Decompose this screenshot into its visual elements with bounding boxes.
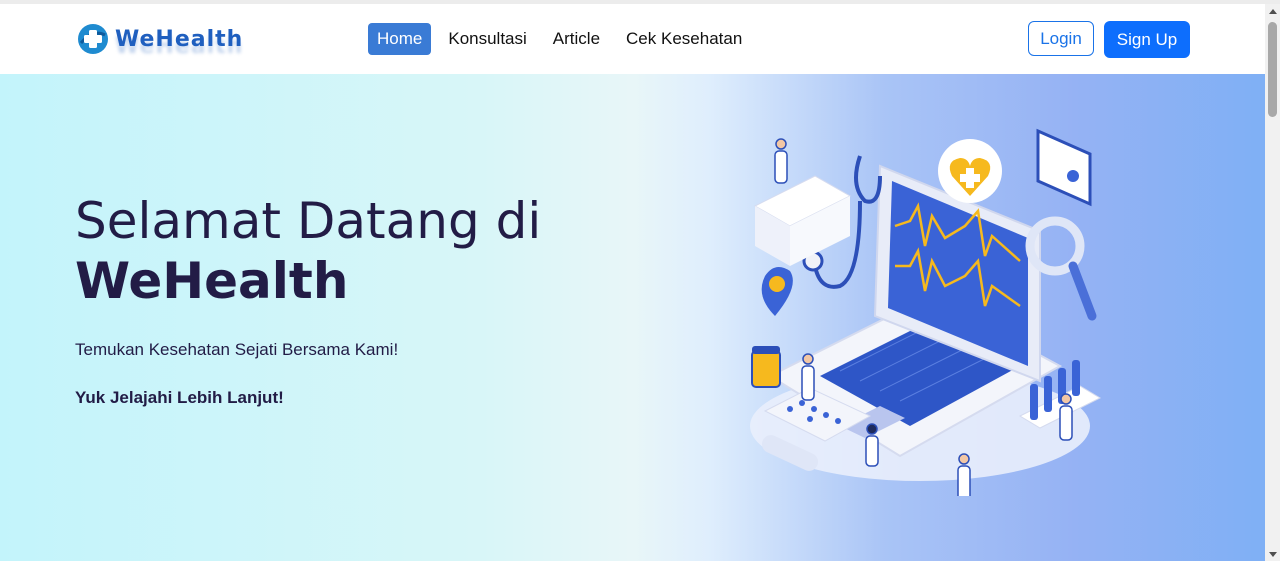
healthcare-laptop-illustration [750,128,1102,496]
navbar: WeHealth Home Konsultasi Article Cek Kes… [0,4,1265,75]
page-scrollbar[interactable] [1265,4,1280,561]
pill-jar-icon [751,350,781,388]
nav-konsultasi[interactable]: Konsultasi [439,23,535,55]
hero-cta-text: Yuk Jelajahi Lebih Lanjut! [75,388,284,407]
nav-home[interactable]: Home [368,23,432,55]
hero-title: Selamat Datang di WeHealth [75,191,541,311]
hero-title-line2: WeHealth [75,252,349,310]
nav-cek-kesehatan[interactable]: Cek Kesehatan [617,23,751,55]
hero-title-line1: Selamat Datang di [75,192,542,250]
brand-name: WeHealth [115,26,244,52]
hero-section: Selamat Datang di WeHealth Temukan Keseh… [0,74,1265,561]
scroll-down-arrow-icon[interactable] [1269,552,1277,557]
scrollbar-thumb[interactable] [1268,22,1277,117]
scroll-up-arrow-icon[interactable] [1269,9,1277,14]
brand-logo[interactable]: WeHealth [77,22,243,56]
login-button[interactable]: Login [1028,21,1094,56]
nav-article[interactable]: Article [544,23,609,55]
main-nav: Home Konsultasi Article Cek Kesehatan [368,23,759,55]
signup-button[interactable]: Sign Up [1104,21,1190,58]
medical-cross-globe-icon [78,24,108,54]
hero-subtitle: Temukan Kesehatan Sejati Bersama Kami! [75,340,399,359]
id-card-icon [1036,128,1092,207]
